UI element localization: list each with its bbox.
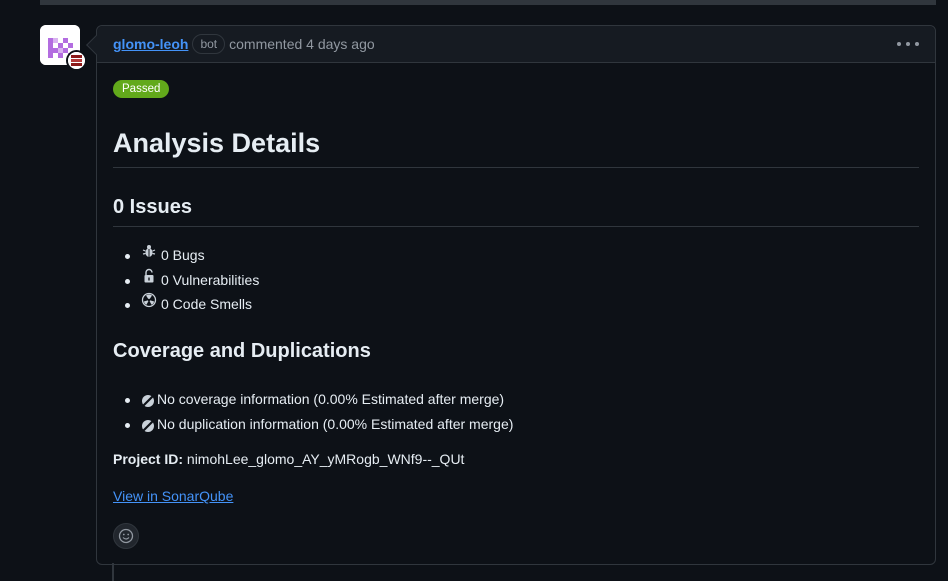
no-data-icon	[141, 416, 155, 432]
code-smells-count-label: 0 Code Smells	[161, 296, 253, 313]
bugs-count-label: 0 Bugs	[161, 247, 205, 264]
bot-label: bot	[192, 34, 226, 54]
project-id-label: Project ID:	[113, 451, 184, 467]
list-item-bugs: 0 Bugs	[113, 243, 259, 268]
issues-heading: 0 Issues	[113, 196, 919, 227]
comment-header: glomo-leoh bot commented 4 days ago	[97, 26, 935, 63]
comment-timestamp[interactable]: commented 4 days ago	[229, 36, 375, 52]
kebab-horizontal-icon[interactable]	[897, 34, 919, 54]
list-item-code-smells: 0 Code Smells	[113, 292, 259, 317]
list-item-coverage: No coverage information (0.00% Estimated…	[113, 387, 513, 412]
bug-icon	[141, 242, 157, 258]
coverage-heading: Coverage and Duplications	[113, 340, 371, 362]
view-in-sonarqube-link[interactable]: View in SonarQube	[113, 488, 233, 504]
vulnerabilities-count-label: 0 Vulnerabilities	[161, 271, 260, 288]
issues-list: 0 Bugs 0 Vulnerabilities 0 Code Smells	[113, 243, 259, 317]
timeline-connector	[112, 563, 114, 581]
timeline-top-divider	[40, 0, 936, 5]
coverage-list: No coverage information (0.00% Estimated…	[113, 387, 513, 436]
add-reaction-button[interactable]	[113, 523, 139, 549]
comment-box: glomo-leoh bot commented 4 days ago Pass…	[86, 25, 936, 565]
quality-gate-status-badge: Passed	[113, 80, 170, 98]
duplication-info-label: No duplication information (0.00% Estima…	[157, 415, 514, 432]
code-smell-icon	[141, 291, 157, 308]
unlock-icon	[141, 267, 157, 283]
list-item-duplication: No duplication information (0.00% Estima…	[113, 412, 513, 437]
smiley-icon	[118, 528, 134, 544]
project-id-line: Project ID: nimohLee_glomo_AY_yMRogb_WNf…	[113, 451, 464, 467]
list-item-vulnerabilities: 0 Vulnerabilities	[113, 268, 259, 293]
app-badge-icon	[66, 50, 87, 71]
coverage-info-label: No coverage information (0.00% Estimated…	[157, 391, 505, 408]
project-id-value: nimohLee_glomo_AY_yMRogb_WNf9--_QUt	[186, 451, 465, 467]
author-link[interactable]: glomo-leoh	[113, 36, 188, 52]
analysis-title: Analysis Details	[113, 128, 919, 168]
no-data-icon	[141, 391, 155, 408]
